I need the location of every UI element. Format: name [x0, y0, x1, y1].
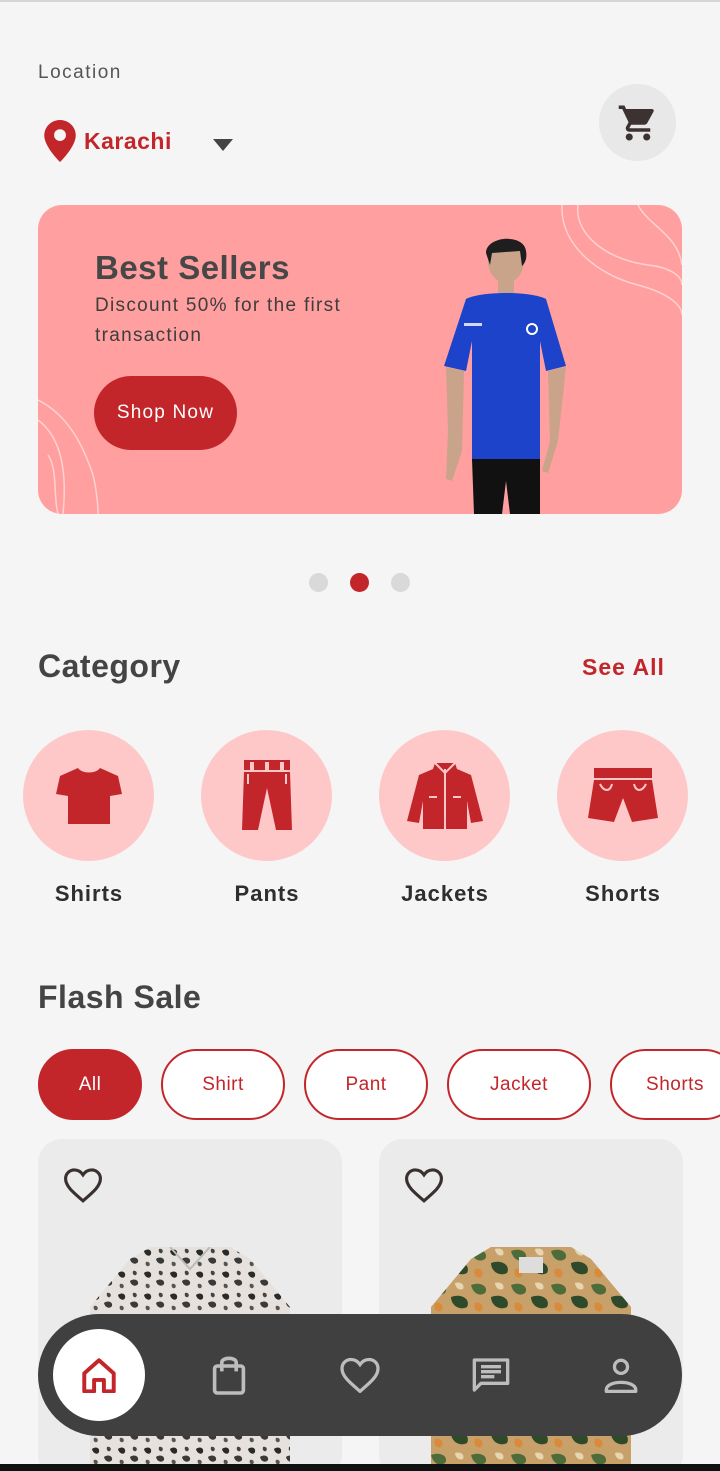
nav-profile-button[interactable] — [599, 1353, 643, 1397]
carousel-dot-active[interactable] — [350, 573, 369, 592]
category-icon-container — [23, 730, 154, 861]
filter-chip-pant[interactable]: Pant — [304, 1049, 428, 1120]
shorts-icon — [587, 767, 658, 822]
banner-subtitle: Discount 50% for the first transaction — [95, 295, 342, 346]
home-icon — [82, 1358, 116, 1393]
flash-sale-title: Flash Sale — [38, 979, 202, 1015]
jacket-icon — [406, 761, 483, 829]
category-item-shorts[interactable]: Shorts — [557, 730, 689, 907]
location-city: Karachi — [84, 127, 172, 154]
category-label: Shorts — [585, 881, 661, 906]
cart-icon — [618, 105, 654, 140]
filter-chip-all[interactable]: All — [38, 1049, 142, 1120]
category-icon-container — [201, 730, 332, 861]
filter-chip-shorts[interactable]: Shorts — [610, 1049, 720, 1120]
pants-icon — [241, 759, 292, 830]
chevron-down-icon[interactable] — [213, 139, 233, 151]
category-label: Pants — [234, 881, 300, 906]
see-all-link[interactable]: See All — [582, 654, 665, 681]
category-item-pants[interactable]: Pants — [201, 730, 333, 907]
filter-chip-shirt[interactable]: Shirt — [161, 1049, 285, 1120]
nav-home-button[interactable] — [53, 1329, 145, 1421]
bottom-navigation — [38, 1314, 682, 1436]
bag-icon — [212, 1356, 246, 1395]
filter-chip-jacket[interactable]: Jacket — [447, 1049, 591, 1120]
chat-icon — [472, 1358, 510, 1392]
carousel-dot[interactable] — [309, 573, 328, 592]
shop-now-button[interactable]: Shop Now — [94, 376, 237, 450]
banner-model-image — [444, 238, 566, 514]
nav-bag-button[interactable] — [207, 1353, 251, 1397]
location-selector[interactable]: Karachi — [44, 120, 172, 162]
profile-icon — [604, 1358, 638, 1393]
heart-icon — [340, 1357, 380, 1393]
category-label: Jackets — [401, 881, 489, 906]
category-item-jackets[interactable]: Jackets — [379, 730, 511, 907]
shirt-icon — [55, 767, 122, 824]
favorite-heart-icon[interactable] — [405, 1167, 443, 1203]
category-icon-container — [379, 730, 510, 861]
carousel-indicator — [309, 573, 410, 592]
category-icon-container — [557, 730, 688, 861]
nav-favorites-button[interactable] — [338, 1353, 382, 1397]
system-gesture-bar — [0, 1464, 720, 1471]
category-title: Category — [38, 648, 181, 684]
location-pin-icon — [44, 120, 76, 162]
favorite-heart-icon[interactable] — [64, 1167, 102, 1203]
status-divider — [0, 0, 720, 2]
category-item-shirts[interactable]: Shirts — [23, 730, 155, 907]
cart-button[interactable] — [599, 84, 676, 161]
banner-title: Best Sellers — [95, 249, 290, 286]
location-label: Location — [38, 62, 122, 83]
filter-chips: All Shirt Pant Jacket Shorts — [38, 1049, 720, 1120]
category-label: Shirts — [54, 881, 124, 906]
promo-banner[interactable]: Best Sellers Discount 50% for the first … — [38, 205, 682, 514]
carousel-dot[interactable] — [391, 573, 410, 592]
nav-messages-button[interactable] — [469, 1353, 513, 1397]
